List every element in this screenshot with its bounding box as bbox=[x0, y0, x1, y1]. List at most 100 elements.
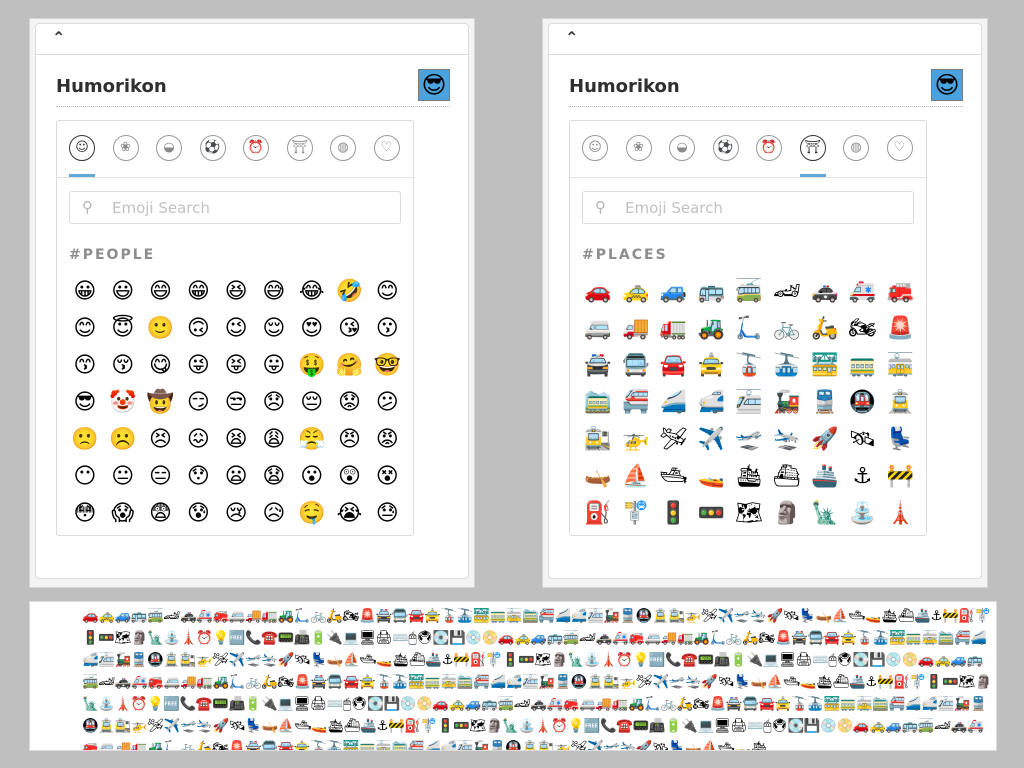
emoji-cell[interactable]: 🤠 bbox=[142, 388, 180, 418]
emoji-cell[interactable]: 🚊 bbox=[881, 388, 913, 418]
emoji-cell[interactable]: 🚃 bbox=[844, 351, 882, 381]
tab-travel-icon[interactable]: ⏰ bbox=[243, 135, 269, 161]
emoji-cell[interactable]: 😇 bbox=[104, 314, 142, 344]
emoji-cell[interactable]: 🗿 bbox=[768, 499, 806, 529]
emoji-cell[interactable]: 🚛 bbox=[655, 314, 693, 344]
emoji-cell[interactable]: 😞 bbox=[255, 388, 293, 418]
emoji-cell[interactable]: 🚝 bbox=[617, 388, 655, 418]
emoji-cell[interactable]: 😤 bbox=[293, 425, 331, 455]
emoji-cell[interactable]: 🛫 bbox=[730, 425, 768, 455]
emoji-cell[interactable]: 😜 bbox=[179, 351, 217, 381]
emoji-cell[interactable]: 🚑 bbox=[844, 277, 882, 307]
emoji-cell[interactable]: 🛥 bbox=[655, 462, 693, 492]
emoji-cell[interactable]: 😐 bbox=[104, 462, 142, 492]
emoji-cell[interactable]: 🙁 bbox=[66, 425, 104, 455]
emoji-cell[interactable]: 😰 bbox=[179, 499, 217, 529]
emoji-cell[interactable]: 😔 bbox=[293, 388, 331, 418]
emoji-cell[interactable]: 😉 bbox=[217, 314, 255, 344]
emoji-cell[interactable]: 😖 bbox=[179, 425, 217, 455]
emoji-cell[interactable]: 😋 bbox=[142, 351, 180, 381]
emoji-cell[interactable]: 😕 bbox=[368, 388, 400, 418]
emoji-cell[interactable]: 🚋 bbox=[881, 351, 913, 381]
emoji-cell[interactable]: 🚏 bbox=[617, 499, 655, 529]
tab-places-icon[interactable]: ⛩ bbox=[286, 135, 313, 161]
emoji-search-box[interactable]: ⚲ bbox=[69, 191, 401, 224]
chevron-up-icon[interactable]: ⌃ bbox=[52, 28, 65, 47]
tab-travel-icon[interactable]: ⏰ bbox=[756, 135, 782, 161]
emoji-cell[interactable]: 🚆 bbox=[806, 388, 844, 418]
emoji-cell[interactable]: 🚤 bbox=[692, 462, 730, 492]
emoji-cell[interactable]: 💺 bbox=[881, 425, 913, 455]
emoji-cell[interactable]: 🗺 bbox=[730, 499, 768, 529]
emoji-cell[interactable]: 😩 bbox=[255, 425, 293, 455]
tab-people-icon[interactable]: ☺ bbox=[69, 135, 95, 161]
emoji-cell[interactable]: 🚇 bbox=[844, 388, 882, 418]
emoji-cell[interactable]: 🚧 bbox=[881, 462, 913, 492]
emoji-cell[interactable]: 😊 bbox=[368, 277, 400, 307]
tab-symbols-icon[interactable]: ♡ bbox=[886, 135, 913, 161]
emoji-cell[interactable]: 🚁 bbox=[617, 425, 655, 455]
emoji-cell[interactable]: 🚢 bbox=[806, 462, 844, 492]
emoji-cell[interactable]: ⛽ bbox=[579, 499, 617, 529]
emoji-cell[interactable]: 😯 bbox=[179, 462, 217, 492]
emoji-cell[interactable]: 😃 bbox=[104, 277, 142, 307]
emoji-cell[interactable]: 🙂 bbox=[142, 314, 180, 344]
emoji-cell[interactable]: 🚖 bbox=[692, 351, 730, 381]
emoji-cell[interactable]: 😑 bbox=[142, 462, 180, 492]
emoji-cell[interactable]: 🚘 bbox=[655, 351, 693, 381]
emoji-cell[interactable]: 🚀 bbox=[806, 425, 844, 455]
emoji-cell[interactable]: 😀 bbox=[66, 277, 104, 307]
emoji-cell[interactable]: 😟 bbox=[331, 388, 369, 418]
emoji-cell[interactable]: 🚙 bbox=[655, 277, 693, 307]
emoji-cell[interactable]: 😭 bbox=[331, 499, 369, 529]
emoji-cell[interactable]: 😠 bbox=[331, 425, 369, 455]
emoji-cell[interactable]: 😲 bbox=[331, 462, 369, 492]
emoji-cell[interactable]: 😫 bbox=[217, 425, 255, 455]
emoji-cell[interactable]: 🚎 bbox=[730, 277, 768, 307]
emoji-cell[interactable]: 😄 bbox=[142, 277, 180, 307]
emoji-cell[interactable]: ⛵ bbox=[617, 462, 655, 492]
emoji-cell[interactable]: 🤤 bbox=[293, 499, 331, 529]
emoji-cell[interactable]: 😂 bbox=[293, 277, 331, 307]
tab-nature-icon[interactable]: ❀ bbox=[625, 135, 652, 161]
chevron-up-icon[interactable]: ⌃ bbox=[565, 28, 578, 47]
emoji-cell[interactable]: 🙃 bbox=[179, 314, 217, 344]
emoji-cell[interactable]: 🛰 bbox=[844, 425, 882, 455]
emoji-cell[interactable]: 🚕 bbox=[617, 277, 655, 307]
emoji-cell[interactable]: ⛴ bbox=[768, 462, 806, 492]
emoji-cell[interactable]: 🚥 bbox=[692, 499, 730, 529]
emoji-cell[interactable]: ⛲ bbox=[844, 499, 882, 529]
emoji-cell[interactable]: 🛴 bbox=[730, 314, 768, 344]
emoji-cell[interactable]: 🚌 bbox=[692, 277, 730, 307]
emoji-cell[interactable]: 🛵 bbox=[806, 314, 844, 344]
emoji-cell[interactable]: 🚅 bbox=[692, 388, 730, 418]
emoji-cell[interactable]: 🤗 bbox=[331, 351, 369, 381]
emoji-cell[interactable]: 🚍 bbox=[617, 351, 655, 381]
emoji-cell[interactable]: 😏 bbox=[179, 388, 217, 418]
emoji-cell[interactable]: 😊 bbox=[66, 314, 104, 344]
tab-activity-icon[interactable]: ⚽ bbox=[712, 135, 739, 161]
emoji-cell[interactable]: 🏍 bbox=[844, 314, 882, 344]
emoji-cell[interactable]: 🚟 bbox=[806, 351, 844, 381]
emoji-cell[interactable]: 🚗 bbox=[579, 277, 617, 307]
emoji-cell[interactable]: ✈️ bbox=[692, 425, 730, 455]
emoji-cell[interactable]: 🤑 bbox=[293, 351, 331, 381]
emoji-cell[interactable]: 😶 bbox=[66, 462, 104, 492]
emoji-cell[interactable]: 🤡 bbox=[104, 388, 142, 418]
emoji-output-area[interactable]: 🚗🚕🚙🚌🚎🏎🚓🚑🚒🚐🚚🚛🚜🛴🚲🛵🏍🚨🚔🚍🚘🚖🚡🚠🚟🚃🚋🚞🚝🚄🚅🚈🚂🚆🚇🚊🚉🚁🛩✈… bbox=[29, 601, 997, 751]
emoji-cell[interactable]: 😌 bbox=[255, 314, 293, 344]
emoji-cell[interactable]: 😣 bbox=[142, 425, 180, 455]
emoji-cell[interactable]: 🚈 bbox=[730, 388, 768, 418]
collapse-bar[interactable]: ⌃ bbox=[549, 24, 981, 55]
emoji-cell[interactable]: 😝 bbox=[217, 351, 255, 381]
emoji-cell[interactable]: 😒 bbox=[217, 388, 255, 418]
emoji-cell[interactable]: 🚔 bbox=[579, 351, 617, 381]
emoji-search-input[interactable] bbox=[112, 196, 392, 220]
emoji-cell[interactable]: 😙 bbox=[66, 351, 104, 381]
emoji-cell[interactable]: 😨 bbox=[142, 499, 180, 529]
emoji-cell[interactable]: 🚐 bbox=[579, 314, 617, 344]
emoji-cell[interactable]: 🛬 bbox=[768, 425, 806, 455]
emoji-cell[interactable]: 😁 bbox=[179, 277, 217, 307]
emoji-cell[interactable]: 😆 bbox=[217, 277, 255, 307]
emoji-cell[interactable]: 🚨 bbox=[881, 314, 913, 344]
